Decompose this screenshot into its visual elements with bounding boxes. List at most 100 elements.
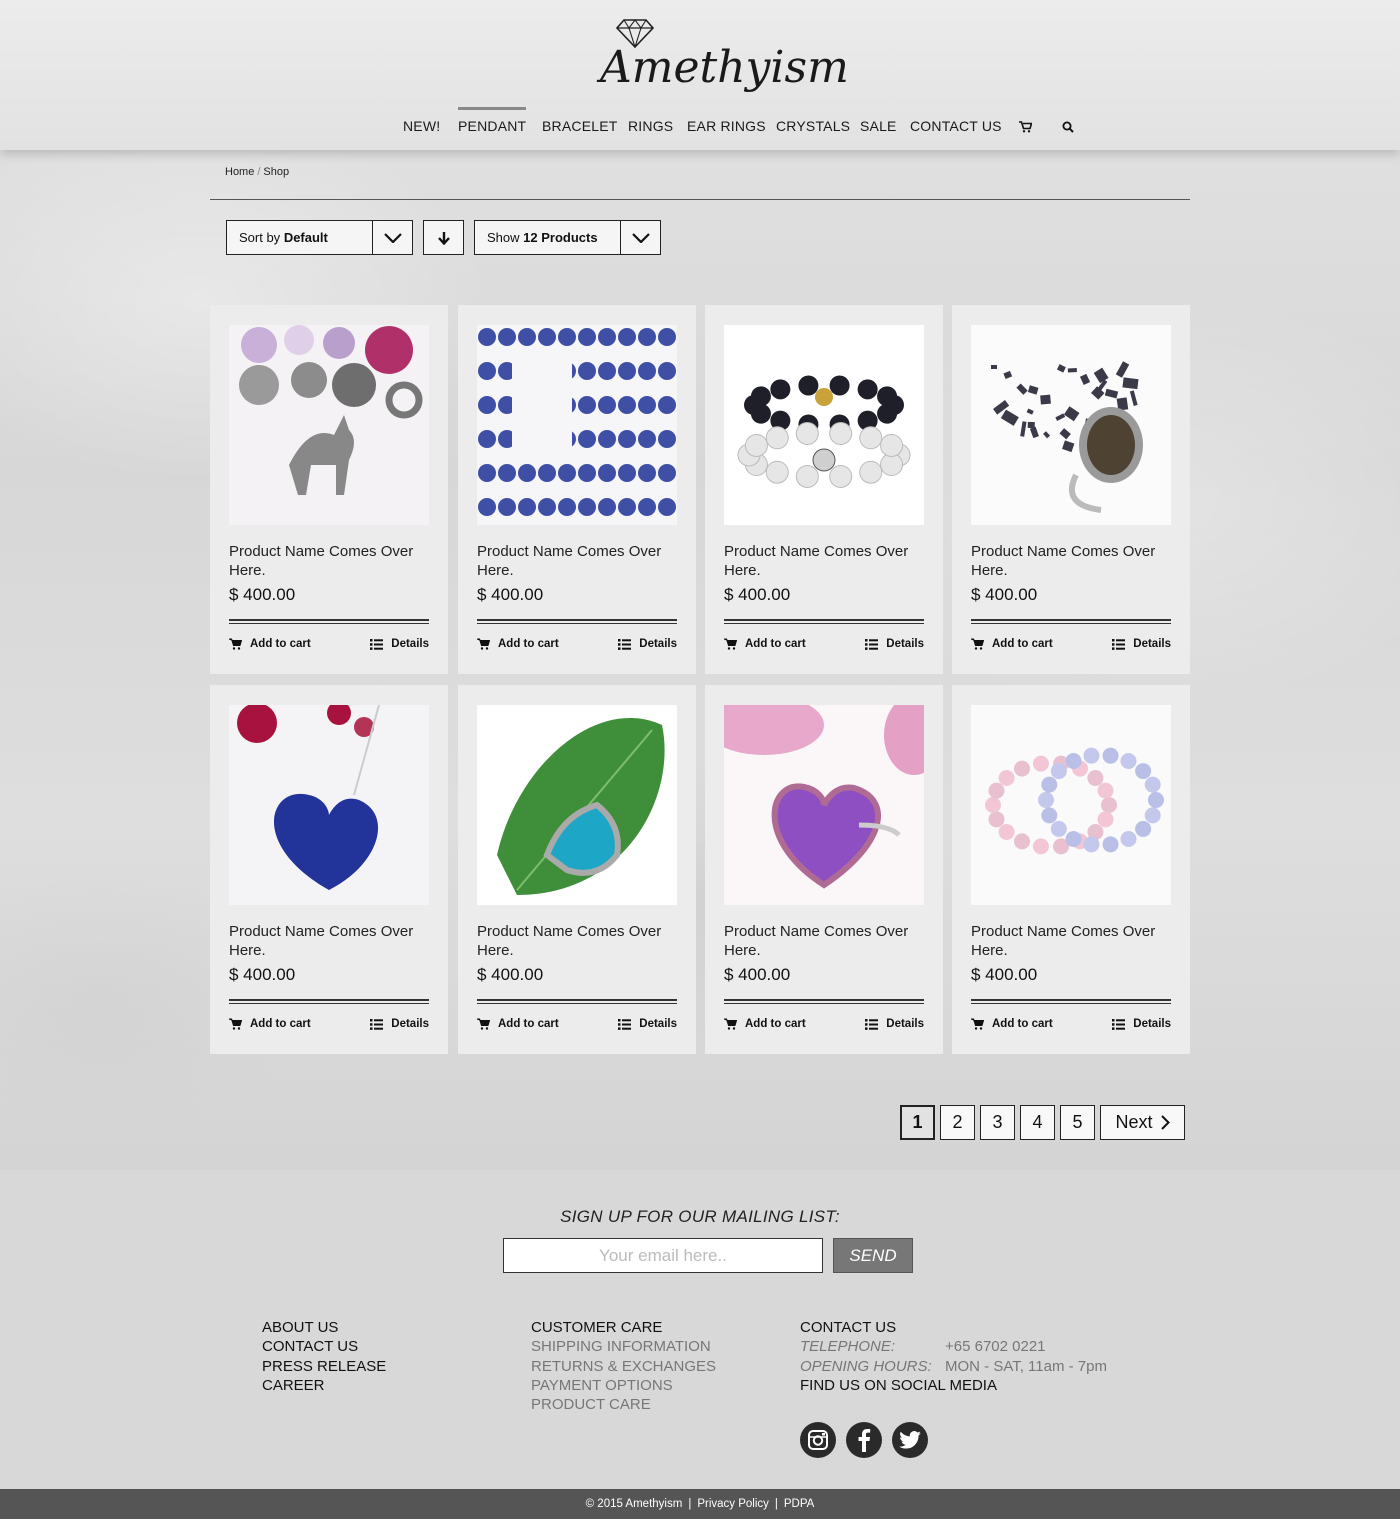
product-name[interactable]: Product Name Comes Over Here. xyxy=(229,922,434,960)
add-to-cart-label: Add to cart xyxy=(745,1018,806,1030)
add-to-cart-label: Add to cart xyxy=(745,638,806,650)
hours-value: MON - SAT, 11am - 7pm xyxy=(945,1357,1107,1375)
footer-heading-social: FIND US ON SOCIAL MEDIA xyxy=(800,1376,997,1394)
hours-row: OPENING HOURS: MON - SAT, 11am - 7pm xyxy=(800,1357,1107,1376)
product-card: Product Name Comes Over Here. $ 400.00 A… xyxy=(705,305,943,674)
add-to-cart-button[interactable]: Add to cart xyxy=(724,638,806,650)
list-icon xyxy=(618,1018,632,1030)
next-page-button[interactable]: Next xyxy=(1100,1105,1185,1140)
nav-item-contact-us[interactable]: CONTACT US xyxy=(910,118,1002,134)
divider xyxy=(724,619,924,621)
add-to-cart-button[interactable]: Add to cart xyxy=(971,638,1053,650)
list-icon xyxy=(1112,638,1126,650)
nav-item-rings[interactable]: RINGS xyxy=(628,118,673,134)
product-name[interactable]: Product Name Comes Over Here. xyxy=(477,542,682,580)
product-image[interactable] xyxy=(229,325,429,525)
product-image[interactable] xyxy=(229,705,429,905)
twitter-icon[interactable] xyxy=(892,1422,928,1458)
email-field[interactable]: Your email here.. xyxy=(503,1238,823,1273)
details-button[interactable]: Details xyxy=(618,1018,677,1030)
instagram-icon[interactable] xyxy=(800,1422,836,1458)
page-4-button[interactable]: 4 xyxy=(1020,1105,1055,1140)
add-to-cart-button[interactable]: Add to cart xyxy=(477,1018,559,1030)
page-2-button[interactable]: 2 xyxy=(940,1105,975,1140)
details-button[interactable]: Details xyxy=(1112,1018,1171,1030)
sort-direction-button[interactable] xyxy=(423,220,464,255)
details-button[interactable]: Details xyxy=(865,638,924,650)
product-name[interactable]: Product Name Comes Over Here. xyxy=(477,922,682,960)
breadcrumb-home[interactable]: Home xyxy=(225,166,254,178)
product-price: $ 400.00 xyxy=(971,965,1038,984)
product-image[interactable] xyxy=(971,705,1171,905)
details-button[interactable]: Details xyxy=(618,638,677,650)
search-icon[interactable] xyxy=(1062,120,1074,136)
footer-link-press-release[interactable]: PRESS RELEASE xyxy=(262,1357,386,1376)
footer-link-payment[interactable]: PAYMENT OPTIONS xyxy=(531,1376,716,1395)
pdpa-link[interactable]: PDPA xyxy=(784,1498,814,1510)
nav-item-pendant[interactable]: PENDANT xyxy=(458,107,527,134)
details-label: Details xyxy=(1133,1018,1171,1030)
page-5-button[interactable]: 5 xyxy=(1060,1105,1095,1140)
nav-item-ear-rings[interactable]: EAR RINGS xyxy=(687,118,766,134)
divider xyxy=(229,999,429,1001)
privacy-policy-link[interactable]: Privacy Policy xyxy=(697,1498,769,1510)
details-button[interactable]: Details xyxy=(370,1018,429,1030)
add-to-cart-button[interactable]: Add to cart xyxy=(971,1018,1053,1030)
add-to-cart-button[interactable]: Add to cart xyxy=(229,638,311,650)
copyright-text: © 2015 Amethyism xyxy=(585,1498,683,1510)
details-label: Details xyxy=(391,638,429,650)
divider xyxy=(724,623,924,624)
product-image[interactable] xyxy=(477,325,677,525)
product-image[interactable] xyxy=(724,325,924,525)
footer-col-contact: CONTACT US TELEPHONE: +65 6702 0221 OPEN… xyxy=(800,1318,1107,1395)
product-name[interactable]: Product Name Comes Over Here. xyxy=(971,542,1176,580)
divider xyxy=(477,623,677,624)
footer-link-shipping[interactable]: SHIPPING INFORMATION xyxy=(531,1337,716,1356)
divider xyxy=(229,623,429,624)
footer-heading-customer-care: CUSTOMER CARE xyxy=(531,1319,663,1336)
facebook-icon[interactable] xyxy=(846,1422,882,1458)
footer-heading-contact-us: CONTACT US xyxy=(800,1319,897,1336)
footer-link-product-care[interactable]: PRODUCT CARE xyxy=(531,1395,716,1414)
details-button[interactable]: Details xyxy=(370,638,429,650)
nav-item-sale[interactable]: SALE xyxy=(860,118,897,134)
divider xyxy=(971,1003,1171,1004)
arrow-down-icon xyxy=(437,231,450,245)
product-name[interactable]: Product Name Comes Over Here. xyxy=(229,542,434,580)
page-3-button[interactable]: 3 xyxy=(980,1105,1015,1140)
social-links xyxy=(800,1422,928,1458)
site-logo[interactable]: Amethyism xyxy=(590,18,849,100)
product-image[interactable] xyxy=(971,325,1171,525)
details-label: Details xyxy=(886,638,924,650)
product-name[interactable]: Product Name Comes Over Here. xyxy=(971,922,1176,960)
add-to-cart-button[interactable]: Add to cart xyxy=(724,1018,806,1030)
add-to-cart-button[interactable]: Add to cart xyxy=(229,1018,311,1030)
separator: | xyxy=(774,1498,778,1510)
product-name[interactable]: Product Name Comes Over Here. xyxy=(724,542,929,580)
divider xyxy=(229,619,429,621)
footer-link-about-us[interactable]: ABOUT US xyxy=(262,1318,386,1337)
product-price: $ 400.00 xyxy=(724,965,791,984)
sort-dropdown[interactable]: Sort by Default xyxy=(226,220,413,255)
product-image[interactable] xyxy=(724,705,924,905)
product-price: $ 400.00 xyxy=(971,585,1038,604)
show-count-dropdown[interactable]: Show 12 Products xyxy=(474,220,661,255)
cart-icon[interactable] xyxy=(1019,120,1033,136)
page-1-button[interactable]: 1 xyxy=(900,1105,935,1140)
nav-item-bracelet[interactable]: BRACELET xyxy=(542,118,618,134)
product-card: Product Name Comes Over Here. $ 400.00 A… xyxy=(458,305,696,674)
product-name[interactable]: Product Name Comes Over Here. xyxy=(724,922,929,960)
details-button[interactable]: Details xyxy=(1112,638,1171,650)
details-label: Details xyxy=(639,638,677,650)
nav-item-new[interactable]: NEW! xyxy=(403,118,440,134)
product-image[interactable] xyxy=(477,705,677,905)
nav-item-crystals[interactable]: CRYSTALS xyxy=(776,118,850,134)
add-to-cart-label: Add to cart xyxy=(992,1018,1053,1030)
footer-link-contact-us[interactable]: CONTACT US xyxy=(262,1337,386,1356)
footer-link-returns[interactable]: RETURNS & EXCHANGES xyxy=(531,1357,716,1376)
footer-link-career[interactable]: CAREER xyxy=(262,1376,386,1395)
add-to-cart-button[interactable]: Add to cart xyxy=(477,638,559,650)
details-button[interactable]: Details xyxy=(865,1018,924,1030)
site-footer: SIGN UP FOR OUR MAILING LIST: Your email… xyxy=(0,1170,1400,1490)
send-button[interactable]: SEND xyxy=(833,1238,913,1273)
